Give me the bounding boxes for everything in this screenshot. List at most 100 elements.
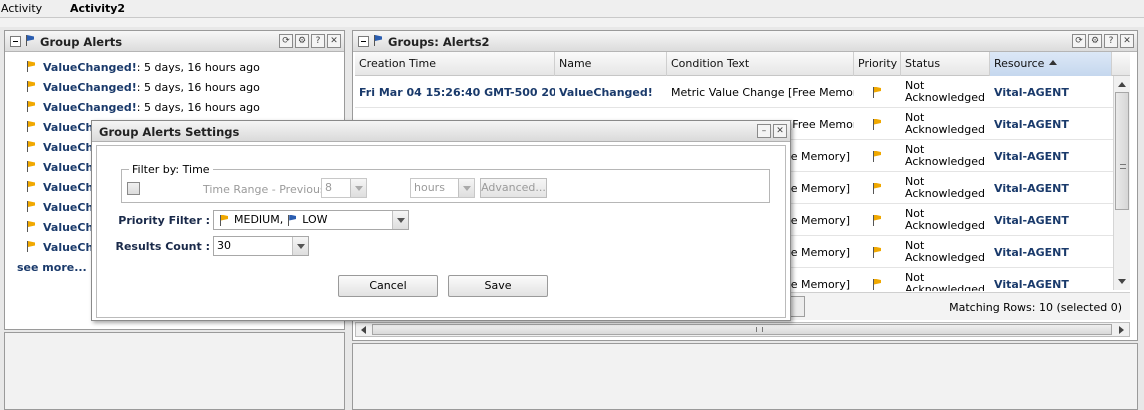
- scroll-thumb[interactable]: [1115, 92, 1129, 210]
- filter-legend: Filter by: Time: [129, 163, 213, 176]
- scroll-up-icon[interactable]: [1118, 82, 1126, 87]
- flag-icon: [873, 150, 882, 162]
- cancel-button[interactable]: Cancel: [338, 275, 438, 297]
- cell-priority: [854, 236, 901, 268]
- close-icon[interactable]: ✕: [773, 124, 787, 138]
- list-item[interactable]: ValueChanged!: 5 days, 16 hours ago: [27, 81, 260, 101]
- cell-status: Not Acknowledged: [905, 271, 985, 292]
- gear-icon[interactable]: ⚙: [295, 34, 309, 48]
- chevron-down-icon: [392, 211, 408, 229]
- group-alerts-settings-dialog: Group Alerts Settings – ✕ Filter by: Tim…: [91, 120, 791, 321]
- cell-priority: [854, 172, 901, 204]
- gear-icon[interactable]: ⚙: [1088, 34, 1102, 48]
- close-icon[interactable]: ✕: [327, 34, 341, 48]
- cell-status: Not Acknowledged: [905, 79, 985, 104]
- close-icon[interactable]: ✕: [1120, 34, 1134, 48]
- help-icon[interactable]: ?: [311, 34, 325, 48]
- lower-right-panel: [352, 343, 1138, 410]
- cell-status: Not Acknowledged: [905, 111, 985, 136]
- chevron-down-icon: [350, 179, 366, 197]
- lower-left-panel: [4, 332, 345, 410]
- grip-icon: [1120, 164, 1126, 169]
- cell-resource: Vital-AGENT: [994, 181, 1069, 195]
- groups-alerts2-header: Groups: Alerts2 ⟳ ⚙ ? ✕: [353, 31, 1137, 52]
- scroll-left-icon[interactable]: [361, 326, 366, 334]
- cell-status: Not Acknowledged: [905, 175, 985, 200]
- save-button[interactable]: Save: [448, 275, 548, 297]
- cell-status: Not Acknowledged: [905, 143, 985, 168]
- tab-activity2[interactable]: Activity2: [66, 1, 129, 17]
- alert-name-link[interactable]: ValueChanged!: [43, 101, 137, 114]
- vertical-scrollbar[interactable]: [1113, 76, 1130, 290]
- column-header-condition-text[interactable]: Condition Text: [667, 52, 854, 76]
- flag-icon: [27, 201, 36, 212]
- minimize-button[interactable]: [358, 36, 369, 47]
- minimize-icon[interactable]: –: [757, 124, 771, 138]
- cell-status: Not Acknowledged: [905, 207, 985, 232]
- cell-condition-text: Metric Value Change [Free Memory]: [671, 85, 854, 99]
- help-icon[interactable]: ?: [1104, 34, 1118, 48]
- flag-icon: [26, 35, 35, 46]
- time-range-select[interactable]: 8: [321, 178, 367, 198]
- cell-name: ValueChanged!: [559, 85, 653, 99]
- cell-priority: [854, 76, 901, 108]
- alert-name-link[interactable]: ValueChanged!: [43, 61, 137, 74]
- cell-resource: Vital-AGENT: [994, 85, 1069, 99]
- grip-icon: [756, 327, 763, 332]
- see-more-link[interactable]: see more...: [17, 261, 87, 274]
- flag-icon: [27, 101, 36, 112]
- flag-icon: [27, 61, 36, 72]
- horizontal-scrollbar[interactable]: [355, 322, 1130, 337]
- flag-icon: [27, 161, 36, 172]
- scroll-down-icon[interactable]: [1118, 279, 1126, 284]
- flag-icon: [873, 86, 882, 98]
- cell-priority: [854, 140, 901, 172]
- cell-status: Not Acknowledged: [905, 239, 985, 264]
- cell-resource: Vital-AGENT: [994, 213, 1069, 227]
- priority-filter-value: MEDIUM, LOW: [217, 211, 408, 229]
- time-unit-select[interactable]: hours: [410, 178, 475, 198]
- priority-low: LOW: [302, 213, 328, 226]
- toolbar-button[interactable]: [791, 296, 805, 317]
- sort-ascending-icon: [1049, 60, 1058, 65]
- column-header-creation-time[interactable]: Creation Time: [355, 52, 555, 76]
- table-row[interactable]: Fri Mar 04 15:26:40 GMT-500 2011 ValueCh…: [355, 76, 1130, 108]
- alert-name-link[interactable]: ValueChanged!: [43, 81, 137, 94]
- dialog-body: Filter by: Time Time Range - Previous : …: [96, 145, 786, 318]
- column-header-status[interactable]: Status: [901, 52, 990, 76]
- refresh-icon[interactable]: ⟳: [1072, 34, 1086, 48]
- priority-filter-label: Priority Filter :: [118, 214, 210, 227]
- flag-icon: [873, 182, 882, 194]
- flag-icon: [873, 278, 882, 290]
- time-unit-value: hours: [414, 181, 445, 194]
- cell-resource: Vital-AGENT: [994, 277, 1069, 291]
- cell-resource: Vital-AGENT: [994, 117, 1069, 131]
- cell-resource: Vital-AGENT: [994, 149, 1069, 163]
- priority-medium: MEDIUM,: [234, 213, 284, 226]
- scroll-right-icon[interactable]: [1119, 326, 1124, 334]
- flag-icon: [873, 118, 882, 130]
- flag-icon: [873, 246, 882, 258]
- table-header: Creation Time Name Condition Text Priori…: [355, 52, 1130, 76]
- alert-age: : 5 days, 16 hours ago: [136, 61, 260, 74]
- results-count-select[interactable]: 30: [213, 236, 309, 256]
- list-item[interactable]: ValueChanged!: 5 days, 16 hours ago: [27, 101, 260, 121]
- column-header-resource[interactable]: Resource: [990, 52, 1112, 76]
- priority-filter-select[interactable]: MEDIUM, LOW: [213, 210, 409, 230]
- filter-by-time-group: Filter by: Time Time Range - Previous : …: [121, 163, 770, 203]
- advanced-button[interactable]: Advanced...: [480, 178, 547, 198]
- cell-priority: [854, 268, 901, 291]
- results-count-value: 30: [217, 239, 231, 252]
- panel-title: Group Alerts: [40, 35, 123, 49]
- cell-priority: [854, 204, 901, 236]
- flag-icon: [873, 214, 882, 226]
- list-item[interactable]: ValueChanged!: 5 days, 16 hours ago: [27, 61, 260, 81]
- filter-time-checkbox[interactable]: [127, 182, 140, 195]
- refresh-icon[interactable]: ⟳: [279, 34, 293, 48]
- scroll-thumb[interactable]: [372, 324, 1112, 335]
- cell-resource: Vital-AGENT: [994, 245, 1069, 259]
- tab-activity[interactable]: Activity: [0, 1, 46, 17]
- column-header-priority[interactable]: Priority: [854, 52, 901, 76]
- minimize-button[interactable]: [10, 36, 21, 47]
- column-header-name[interactable]: Name: [555, 52, 667, 76]
